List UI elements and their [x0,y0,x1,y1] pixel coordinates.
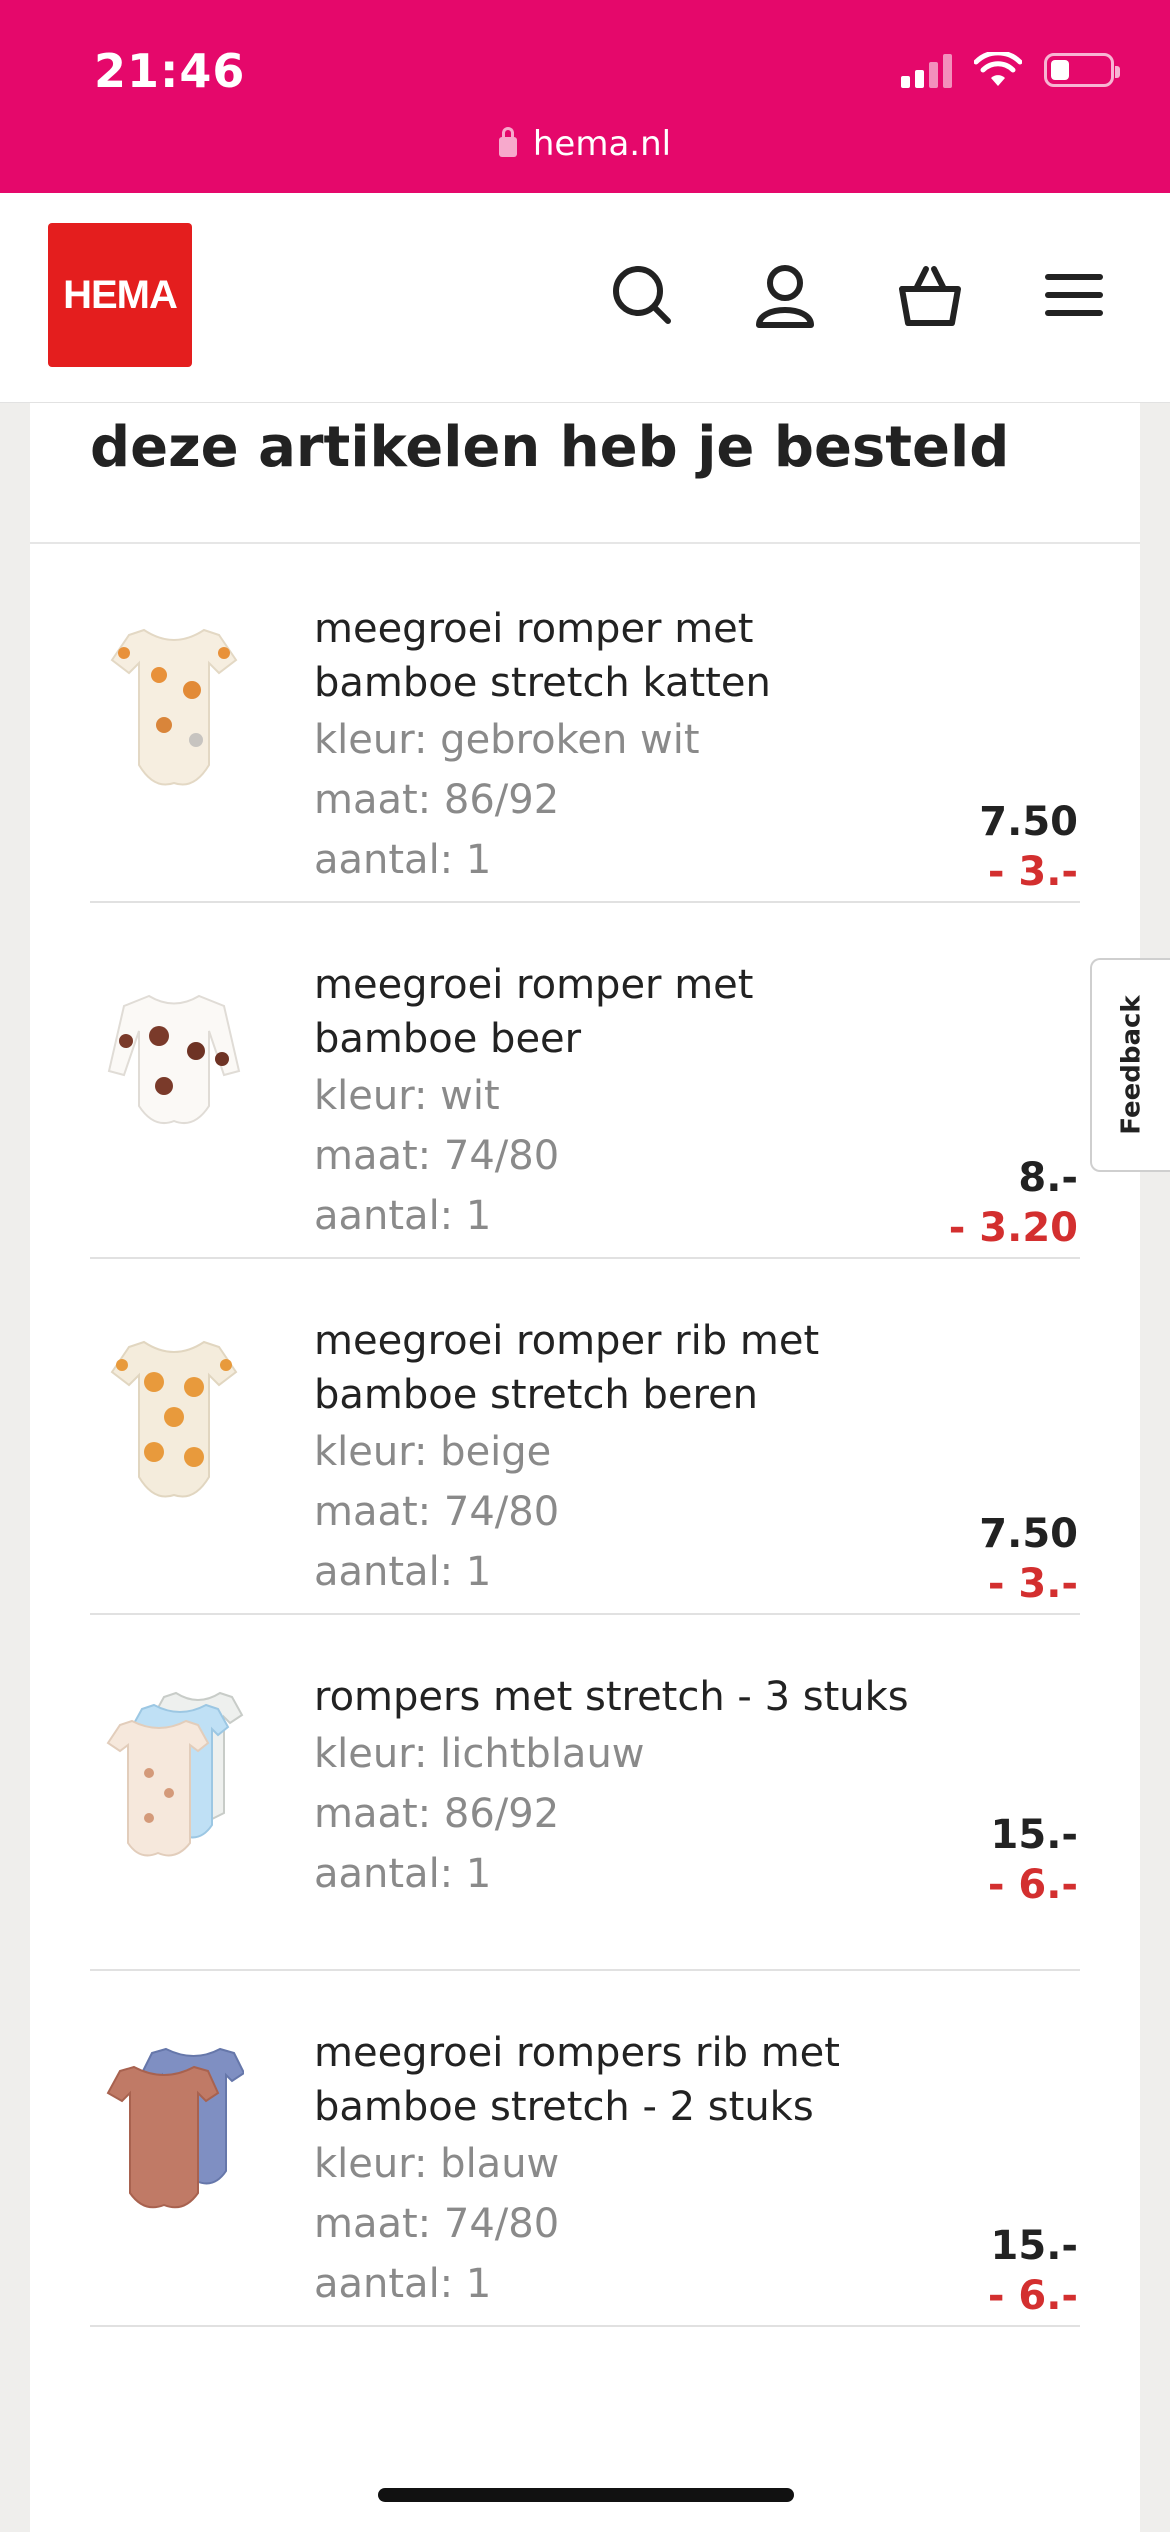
item-name: meegroei romper met bamboe stretch katte… [314,606,771,706]
item-info: meegroei romper rib met bamboe stretch b… [314,1314,914,1602]
item-color: kleur: wit [314,1073,500,1119]
item-quantity: aantal: 1 [314,1549,492,1595]
item-info: meegroei rompers rib met bamboe stretch … [314,2026,914,2314]
status-time: 21:46 [94,44,246,98]
basket-icon[interactable] [890,255,970,335]
status-bar: 21:46 hema.nl [0,0,1170,193]
item-discount: - 6.- [987,2273,1078,2319]
battery-icon [1044,53,1120,87]
item-size: maat: 74/80 [314,2201,560,2247]
site-header: HEMA [0,193,1170,403]
wifi-icon [974,52,1022,86]
item-quantity: aantal: 1 [314,1193,492,1239]
item-prices: 7.50 - 3.- [979,1509,1078,1609]
feedback-tab[interactable]: Feedback [1090,958,1170,1172]
item-discount: - 6.- [987,1862,1078,1908]
item-discount: - 3.- [987,1561,1078,1607]
item-prices: 7.50 - 3.- [979,797,1078,897]
item-prices: 8.- - 3.20 [949,1153,1078,1253]
item-price: 7.50 [979,1511,1078,1557]
item-info: meegroei romper met bamboe beer kleur: w… [314,958,914,1246]
url-text: hema.nl [532,124,672,164]
item-color: kleur: blauw [314,2141,560,2187]
item-size: maat: 86/92 [314,1791,560,1837]
menu-icon[interactable] [1034,255,1114,335]
order-item[interactable]: meegroei rompers rib met bamboe stretch … [90,1971,1080,2327]
lock-icon [498,127,517,157]
item-name: meegroei romper rib met bamboe stretch b… [314,1318,820,1418]
product-image-romper-bear [107,994,241,1125]
item-color: kleur: gebroken wit [314,717,700,763]
hema-logo[interactable]: HEMA [48,223,192,367]
signal-icon [901,52,952,88]
order-item[interactable]: meegroei romper rib met bamboe stretch b… [90,1259,1080,1615]
status-icons [901,52,1120,88]
item-prices: 15.- - 6.- [988,2221,1078,2321]
item-quantity: aantal: 1 [314,837,492,883]
item-name: meegroei romper met bamboe beer [314,962,754,1062]
item-price: 15.- [990,2223,1078,2269]
item-quantity: aantal: 1 [314,1851,492,1897]
section-title: deze artikelen heb je besteld [90,415,1010,480]
item-color: kleur: beige [314,1429,552,1475]
account-icon[interactable] [745,255,825,335]
item-discount: - 3.20 [948,1205,1078,1251]
product-image-romper-cats [110,628,238,786]
order-item[interactable]: meegroei romper met bamboe stretch katte… [90,547,1080,903]
divider [30,542,1140,544]
item-size: maat: 86/92 [314,777,560,823]
item-size: maat: 74/80 [314,1489,560,1535]
item-info: rompers met stretch - 3 stuks kleur: lic… [314,1670,914,1904]
home-indicator[interactable] [378,2488,794,2502]
item-info: meegroei romper met bamboe stretch katte… [314,602,914,890]
item-price: 15.- [990,1812,1078,1858]
item-prices: 15.- - 6.- [988,1810,1078,1910]
item-color: kleur: lichtblauw [314,1731,645,1777]
item-price: 7.50 [979,799,1078,845]
product-image-romper-bears [110,1340,238,1498]
feedback-label: Feedback [1117,995,1148,1135]
product-image-rompers-3-pack [106,1691,244,1857]
order-item[interactable]: meegroei romper met bamboe beer kleur: w… [90,903,1080,1259]
order-item[interactable]: rompers met stretch - 3 stuks kleur: lic… [90,1615,1080,1971]
address-bar[interactable]: hema.nl [0,124,1170,164]
item-price: 8.- [1018,1155,1078,1201]
item-quantity: aantal: 1 [314,2261,492,2307]
item-name: rompers met stretch - 3 stuks [314,1674,909,1720]
ordered-items-card: deze artikelen heb je besteld meegroei r… [30,403,1140,2532]
item-discount: - 3.- [987,849,1078,895]
item-name: meegroei rompers rib met bamboe stretch … [314,2030,840,2130]
item-size: maat: 74/80 [314,1133,560,1179]
search-icon[interactable] [602,255,682,335]
product-image-rompers-2-pack [106,2047,244,2209]
